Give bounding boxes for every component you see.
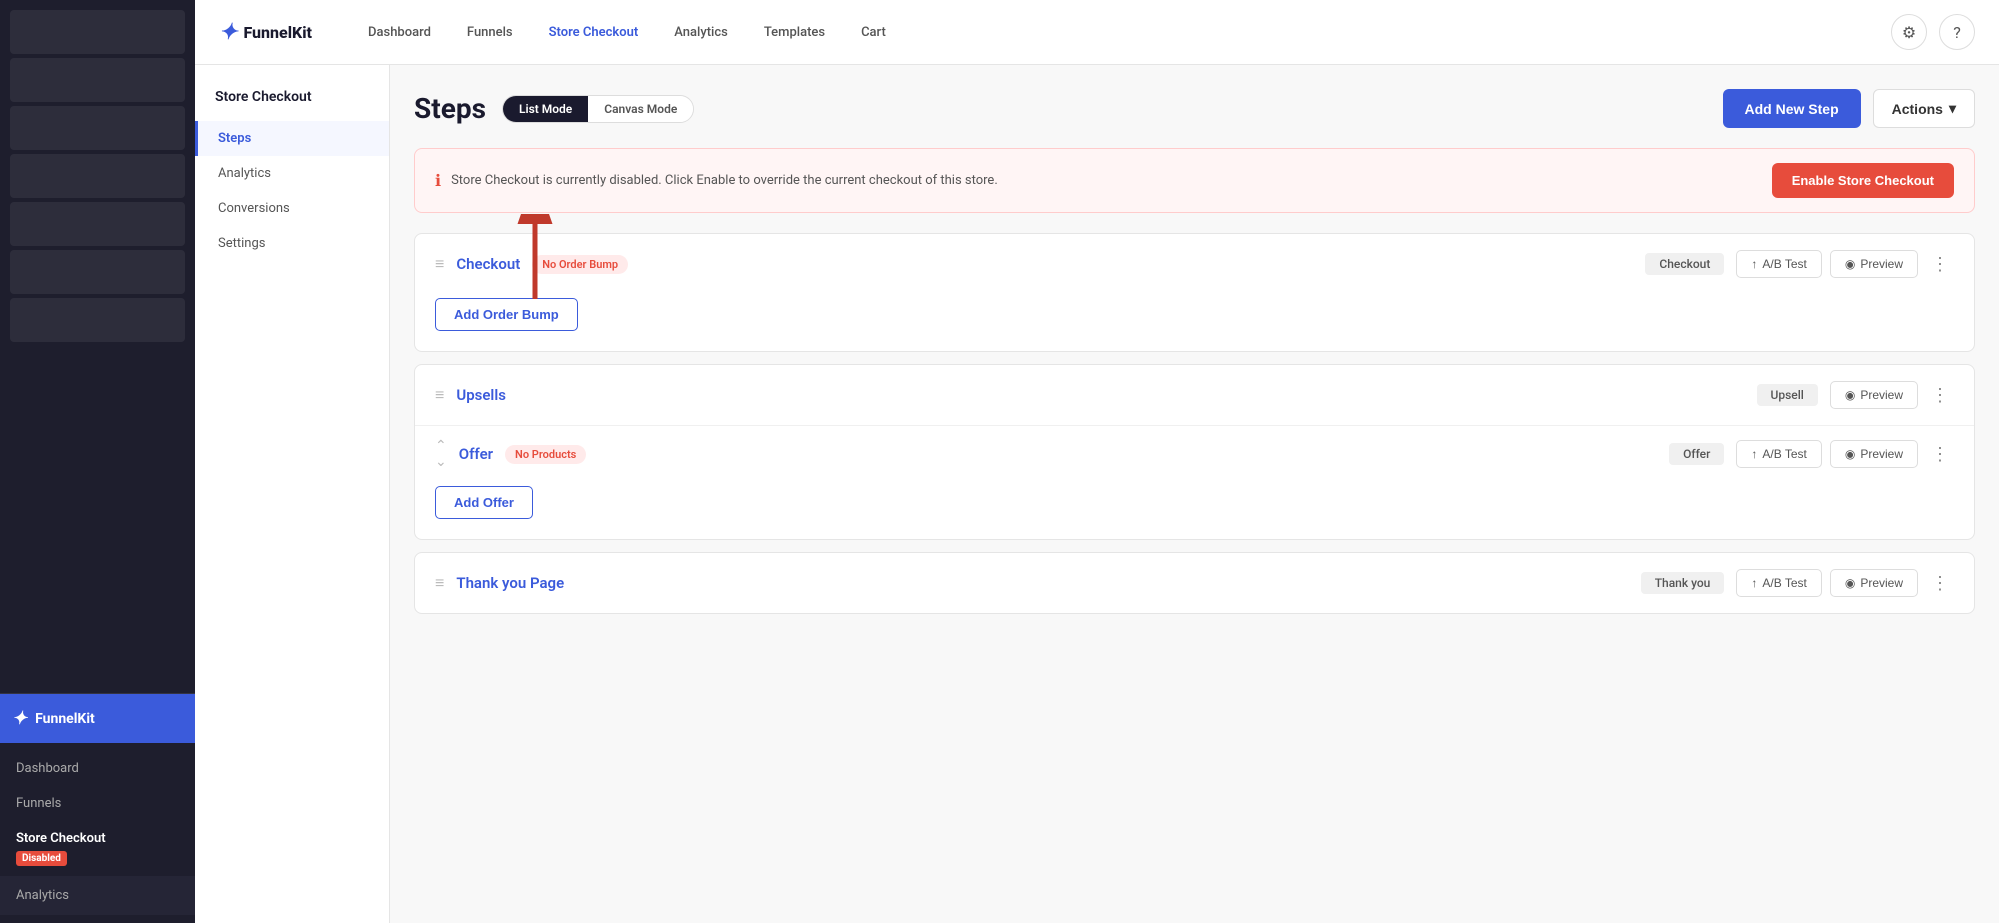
sidebar-item-store-checkout[interactable]: Store Checkout Disabled — [0, 821, 195, 876]
sidebar-item-analytics[interactable]: Analytics — [0, 876, 195, 915]
checkout-more-button[interactable]: ⋮ — [1926, 250, 1954, 278]
add-offer-button[interactable]: Add Offer — [435, 486, 533, 519]
left-sidebar: Store Checkout Steps Analytics Conversio… — [195, 65, 390, 923]
checkout-type-badge: Checkout — [1645, 253, 1724, 275]
main-content: Steps List Mode Canvas Mode Add New Step… — [390, 65, 1999, 923]
left-nav-settings[interactable]: Settings — [195, 226, 389, 261]
sidebar-item-funnels[interactable]: Funnels — [0, 786, 195, 821]
settings-icon-button[interactable]: ⚙ — [1891, 14, 1927, 50]
thank-you-preview-button[interactable]: ◉ Preview — [1830, 569, 1918, 597]
sidebar-brand[interactable]: ✦ FunnelKit — [0, 694, 195, 743]
thank-you-type-badge: Thank you — [1641, 572, 1725, 594]
nav-link-analytics[interactable]: Analytics — [658, 17, 744, 48]
nav-link-dashboard[interactable]: Dashboard — [352, 17, 447, 48]
logo-area[interactable]: ✦ FunnelKit — [219, 20, 312, 45]
left-nav-analytics[interactable]: Analytics — [195, 156, 389, 191]
alert-banner: ℹ Store Checkout is currently disabled. … — [414, 148, 1975, 213]
nav-link-funnels[interactable]: Funnels — [451, 17, 529, 48]
left-sidebar-title: Store Checkout — [195, 89, 389, 121]
checkout-preview-button[interactable]: ◉ Preview — [1830, 250, 1918, 278]
nav-link-store-checkout[interactable]: Store Checkout — [533, 17, 655, 48]
drag-handle-icon: ≡ — [435, 573, 444, 593]
ab-test-icon: ↑ — [1751, 257, 1757, 271]
upsells-more-button[interactable]: ⋮ — [1926, 381, 1954, 409]
list-mode-button[interactable]: List Mode — [503, 96, 588, 122]
offer-step-name[interactable]: Offer — [459, 445, 493, 463]
preview-icon: ◉ — [1845, 388, 1855, 402]
preview-icon: ◉ — [1845, 576, 1855, 590]
ab-test-icon: ↑ — [1751, 576, 1757, 590]
alert-info-icon: ℹ — [435, 171, 441, 190]
brand-name: FunnelKit — [35, 711, 95, 727]
checkout-step-name[interactable]: Checkout — [456, 255, 520, 273]
thank-you-more-button[interactable]: ⋮ — [1926, 569, 1954, 597]
drag-handle-icon: ≡ — [435, 385, 444, 405]
preview-icon: ◉ — [1845, 447, 1855, 461]
logo-text: FunnelKit — [243, 23, 312, 42]
offer-ab-test-button[interactable]: ↑ A/B Test — [1736, 440, 1821, 468]
sidebar-item-dashboard[interactable]: Dashboard — [0, 751, 195, 786]
canvas-mode-button[interactable]: Canvas Mode — [588, 96, 693, 122]
expand-icon[interactable]: ⌃⌄ — [435, 438, 447, 470]
left-nav-conversions[interactable]: Conversions — [195, 191, 389, 226]
upsells-preview-button[interactable]: ◉ Preview — [1830, 381, 1918, 409]
no-order-bump-badge: No Order Bump — [532, 255, 628, 274]
add-order-bump-button[interactable]: Add Order Bump — [435, 298, 578, 331]
page-title: Steps — [414, 92, 486, 125]
preview-icon: ◉ — [1845, 257, 1855, 271]
disabled-badge: Disabled — [16, 851, 67, 866]
nav-link-cart[interactable]: Cart — [845, 17, 902, 48]
drag-handle-icon: ≡ — [435, 254, 444, 274]
funnelkit-logo-icon: ✦ — [12, 708, 27, 729]
upsells-step-card: ≡ Upsells Upsell ◉ Preview ⋮ ⌃⌄ O — [414, 364, 1975, 540]
alert-text: Store Checkout is currently disabled. Cl… — [451, 173, 1772, 188]
sidebar-dark: ✦ FunnelKit Dashboard Funnels Store Chec… — [0, 0, 195, 923]
help-icon-button[interactable]: ? — [1939, 14, 1975, 50]
mode-toggle[interactable]: List Mode Canvas Mode — [502, 95, 694, 123]
checkout-step-card: ≡ Checkout No Order Bump Checkout ↑ A/B … — [414, 233, 1975, 352]
ab-test-icon: ↑ — [1751, 447, 1757, 461]
offer-more-button[interactable]: ⋮ — [1926, 440, 1954, 468]
checkout-ab-test-button[interactable]: ↑ A/B Test — [1736, 250, 1821, 278]
offer-preview-button[interactable]: ◉ Preview — [1830, 440, 1918, 468]
enable-store-checkout-button[interactable]: Enable Store Checkout — [1772, 163, 1954, 198]
thank-you-ab-test-button[interactable]: ↑ A/B Test — [1736, 569, 1821, 597]
add-new-step-button[interactable]: Add New Step — [1723, 89, 1861, 128]
left-nav-steps[interactable]: Steps — [195, 121, 389, 156]
thank-you-step-card: ≡ Thank you Page Thank you ↑ A/B Test ◉ … — [414, 552, 1975, 614]
chevron-down-icon: ▾ — [1949, 100, 1956, 117]
top-nav: ✦ FunnelKit Dashboard Funnels Store Chec… — [195, 0, 1999, 65]
nav-link-templates[interactable]: Templates — [748, 17, 841, 48]
thank-you-step-name[interactable]: Thank you Page — [456, 574, 564, 592]
actions-button[interactable]: Actions ▾ — [1873, 89, 1975, 128]
no-products-badge: No Products — [505, 445, 586, 464]
logo-v-icon: ✦ — [219, 20, 237, 45]
offer-type-badge: Offer — [1669, 443, 1724, 465]
offer-sub-row: ⌃⌄ Offer No Products Offer ↑ A/B Test ◉ … — [415, 425, 1974, 482]
upsells-step-name[interactable]: Upsells — [456, 386, 506, 404]
upsell-type-badge: Upsell — [1757, 384, 1818, 406]
